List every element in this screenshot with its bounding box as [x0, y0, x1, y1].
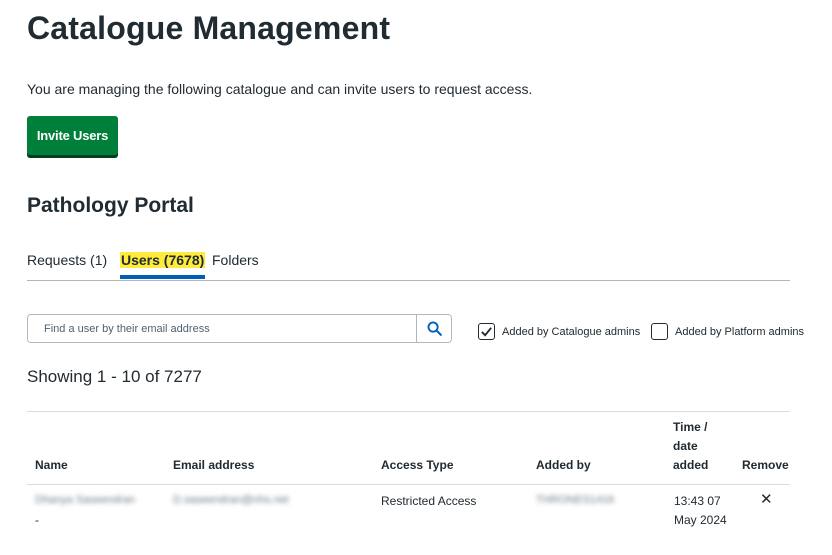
column-header-time-added: Time / date added: [673, 420, 709, 472]
table-header-divider: [27, 484, 790, 485]
tab-bar: Requests (1) Users (7678) Folders: [27, 252, 790, 281]
intro-text: You are managing the following catalogue…: [27, 81, 533, 97]
checkmark-icon: [481, 327, 492, 337]
column-header-email: Email address: [173, 458, 255, 472]
cell-name-suffix: -: [35, 513, 39, 527]
tab-users[interactable]: Users (7678): [120, 252, 206, 279]
invite-users-button[interactable]: Invite Users: [27, 116, 118, 155]
platform-admins-checkbox[interactable]: [651, 323, 668, 340]
cell-time-added: 13:43 07 May 2024: [674, 494, 727, 527]
platform-admins-label: Added by Platform admins: [675, 325, 805, 338]
remove-icon[interactable]: ✕: [760, 490, 773, 509]
search-icon: [427, 321, 442, 336]
results-count: Showing 1 - 10 of 7277: [27, 367, 202, 386]
cell-access-type: Restricted Access: [381, 494, 477, 508]
tab-folders[interactable]: Folders: [212, 252, 259, 268]
search-button[interactable]: [416, 315, 451, 342]
search-input[interactable]: [28, 315, 416, 342]
catalogue-admins-label: Added by Catalogue admins: [502, 325, 641, 338]
column-header-name: Name: [35, 458, 68, 472]
cell-added-by: THRONES1416: [536, 494, 615, 506]
column-header-access-type: Access Type: [381, 458, 454, 472]
page-title: Catalogue Management: [27, 10, 391, 46]
tab-folders-label: Folders: [212, 252, 259, 268]
column-header-added-by: Added by: [536, 458, 591, 472]
tab-requests-label: Requests (1): [27, 252, 108, 268]
catalogue-name: Pathology Portal: [27, 194, 194, 217]
cell-email: D.saseendran@nhs.net: [173, 494, 289, 506]
column-header-remove: Remove: [742, 458, 789, 472]
tab-requests[interactable]: Requests (1): [27, 252, 107, 268]
filter-catalogue-admins[interactable]: Added by Catalogue admins: [478, 323, 640, 340]
search-box: [27, 314, 452, 343]
active-tab-indicator: [120, 275, 206, 279]
cell-name: Dhanya Saseendran: [35, 494, 136, 506]
tab-users-label: Users (7678): [120, 252, 206, 268]
catalogue-admins-checkbox[interactable]: [478, 323, 495, 340]
table-top-divider: [27, 411, 790, 412]
filter-platform-admins[interactable]: Added by Platform admins: [651, 323, 804, 340]
